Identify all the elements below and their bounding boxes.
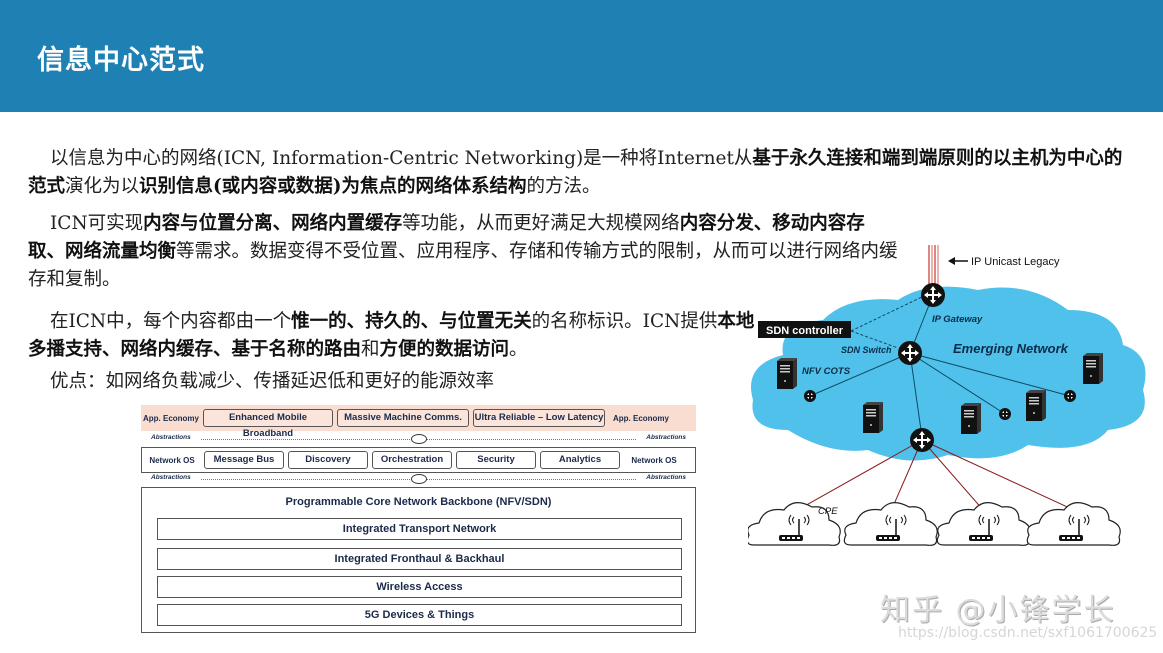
cpe-cloud-icon [843,501,938,547]
cpe-cloud-icon [1026,501,1121,547]
legacy-link-lines [928,245,939,288]
ip-gateway-router-icon [921,283,945,307]
layer-wireless-access: Wireless Access [157,576,682,598]
abstractions-label-right: Abstractions [646,474,686,481]
slide-header: 信息中心范式 [0,0,1163,112]
paragraph-icn-advantages: 优点：如网络负载减少、传播延迟低和更好的能源效率 [28,368,728,396]
connector-oval-icon [411,474,427,484]
connector-oval-icon [411,434,427,444]
network-os-row: Network OS Message Bus Discovery Orchest… [141,447,696,473]
core-network-title: Programmable Core Network Backbone (NFV/… [285,496,552,508]
server-icon [777,358,797,389]
econ-item: Enhanced Mobile Broadband [203,409,333,439]
body-text: 在ICN中，每个内容都由一个 [50,311,292,332]
server-icon [1026,390,1046,421]
5g-architecture-diagram: App. Economy Enhanced Mobile Broadband M… [141,405,696,633]
small-router-icon [999,408,1011,420]
nfv-label: NFV COTS [802,366,851,377]
body-text: 优点：如网络负载减少、传播延迟低和更好的能源效率 [50,371,495,392]
sdn-switch-router-icon [898,341,922,365]
gateway-label: IP Gateway [932,314,983,325]
os-item: Analytics [540,451,620,469]
server-icon [863,402,883,433]
app-economy-label-left: App. Economy [142,413,199,423]
abstractions-divider: Abstractions Abstractions [141,473,696,485]
os-item: Security [456,451,536,469]
body-text: 演化为以 [65,176,140,197]
controller-label: SDN controller [766,325,844,337]
small-router-icon [804,390,816,402]
server-icon [1083,353,1103,384]
cpe-label: CPE [818,506,838,517]
body-text: ICN可实现 [50,213,144,234]
small-router-icon [1064,390,1076,402]
network-os-label-left: Network OS [149,455,195,465]
edge-router-icon [910,428,934,452]
body-text: 等功能，从而更好满足大规模网络 [402,213,680,234]
abstractions-label-left: Abstractions [151,434,191,441]
server-icon [961,403,981,434]
os-item: Discovery [288,451,368,469]
body-text: 的名称标识。ICN提供 [531,311,718,332]
core-network-box: Programmable Core Network Backbone (NFV/… [141,487,696,633]
body-text: 。 [509,339,528,360]
network-diagram: IP Unicast Legacy IP Gateway SDN control… [748,245,1146,547]
switch-label: SDN Switch [841,345,892,355]
legacy-label: IP Unicast Legacy [971,256,1060,268]
abstractions-label-left: Abstractions [151,474,191,481]
cloud-label: Emerging Network [953,341,1069,356]
econ-item: Ultra Reliable – Low Latency [473,409,605,427]
layer-5g-devices: 5G Devices & Things [157,604,682,626]
abstractions-label-right: Abstractions [646,434,686,441]
slide-title: 信息中心范式 [37,45,205,76]
os-item: Orchestration [372,451,452,469]
app-economy-row: App. Economy Enhanced Mobile Broadband M… [141,405,696,439]
watermark-zhihu: 知乎 @小锋学长 [880,593,1116,628]
abstractions-divider: Abstractions Abstractions [141,433,696,445]
arrow-left-icon [948,257,968,265]
body-text: 的方法。 [526,176,601,197]
app-economy-label-right: App. Economy [612,413,669,423]
network-os-label-right: Network OS [631,455,677,465]
os-item: Message Bus [204,451,284,469]
cpe-cloud-icon [936,501,1031,547]
watermark-url: https://blog.csdn.net/sxf1061700625 [898,625,1158,641]
paragraph-icn-definition: 以信息为中心的网络(ICN, Information-Centric Netwo… [28,145,1138,201]
emphasis-text: 识别信息(或内容或数据)为焦点的网络体系结构 [139,176,527,197]
emphasis-text: 方便的数据访问 [379,339,510,360]
econ-item: Massive Machine Comms. [337,409,469,427]
layer-fronthaul-backhaul: Integrated Fronthaul & Backhaul [157,548,682,570]
body-text: 和 [361,339,380,360]
emphasis-text: 惟一的、持久的、与位置无关 [291,311,532,332]
layer-transport: Integrated Transport Network [157,518,682,540]
emphasis-text: 内容与位置分离、网络内置缓存 [143,213,403,234]
paragraph-icn-naming: 在ICN中，每个内容都由一个惟一的、持久的、与位置无关的名称标识。ICN提供本地… [28,308,758,364]
body-text: 以信息为中心的网络(ICN, Information-Centric Netwo… [50,148,753,169]
